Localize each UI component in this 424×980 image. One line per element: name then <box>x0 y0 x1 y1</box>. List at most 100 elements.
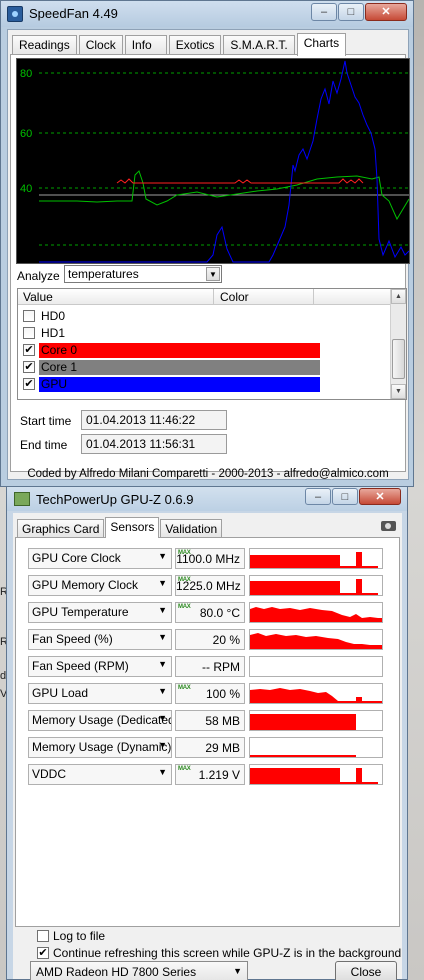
tab-clock[interactable]: Clock <box>78 35 123 55</box>
sensor-row: VDDC ▼ MAX 1.219 V <box>28 764 402 785</box>
sensor-name: GPU Core Clock <box>32 551 121 565</box>
sensor-value: MAX 1225.0 MHz <box>175 575 245 596</box>
gpuz-titlebar[interactable]: TechPowerUp GPU-Z 0.6.9 – □ ✕ <box>7 487 407 511</box>
sensor-graph-bars <box>250 768 378 784</box>
tab-validation[interactable]: Validation <box>160 519 223 537</box>
sensor-value-text: 100 % <box>205 687 240 701</box>
sensor-graph-bars <box>250 552 378 568</box>
column-header-value[interactable]: Value <box>18 289 214 305</box>
continue-refresh-checkbox[interactable]: ✔ <box>37 947 49 959</box>
list-item[interactable]: HD0 <box>18 308 390 325</box>
speedfan-titlebar[interactable]: SpeedFan 4.49 – □ ✕ <box>1 1 413 27</box>
list-header: Value Color <box>18 289 390 305</box>
temperature-chart-canvas: 80 60 40 <box>20 60 409 263</box>
analyze-select-value: temperatures <box>68 267 139 281</box>
sensor-name-dropdown[interactable]: GPU Memory Clock ▼ <box>28 575 172 596</box>
list-item-label: HD0 <box>41 309 66 323</box>
sensor-row: GPU Memory Clock ▼ MAX 1225.0 MHz <box>28 575 402 596</box>
sensor-name-dropdown[interactable]: GPU Core Clock ▼ <box>28 548 172 569</box>
close-window-button[interactable]: ✕ <box>365 3 407 21</box>
tab-smart[interactable]: S.M.A.R.T. <box>223 35 295 55</box>
chevron-down-icon: ▼ <box>158 767 167 777</box>
minimize-button[interactable]: – <box>305 488 331 505</box>
value-list[interactable]: Value Color HD0 HD1 ✔ Core 0 ✔ Core 1 ✔ … <box>17 288 407 400</box>
chevron-down-icon: ▼ <box>158 605 167 615</box>
start-time-label: Start time <box>20 414 72 428</box>
analyze-label: Analyze <box>17 269 60 283</box>
max-indicator: MAX <box>178 550 191 556</box>
scrollbar-thumb[interactable] <box>392 339 405 379</box>
minimize-button[interactable]: – <box>311 3 337 21</box>
tab-charts[interactable]: Charts <box>296 33 347 56</box>
tab-info[interactable]: Info <box>124 35 167 55</box>
sensor-name-dropdown[interactable]: GPU Load ▼ <box>28 683 172 704</box>
tab-graphics-card[interactable]: Graphics Card <box>17 519 105 537</box>
tab-readings[interactable]: Readings <box>12 35 77 55</box>
sensor-name-dropdown[interactable]: Memory Usage (Dedicated) ▼ <box>28 710 172 731</box>
sensor-row: GPU Load ▼ MAX 100 % <box>28 683 402 704</box>
sensor-name: Memory Usage (Dedicated) <box>32 713 172 727</box>
list-item[interactable]: ✔ GPU <box>18 376 390 393</box>
sensor-value: MAX 80.0 °C <box>175 602 245 623</box>
gpuz-client: Graphics Card Sensors Validation GPU Cor… <box>13 513 402 980</box>
sensor-value-text: 29 MB <box>205 741 240 755</box>
close-window-button[interactable]: ✕ <box>359 488 401 505</box>
list-item[interactable]: ✔ Core 1 <box>18 359 390 376</box>
scroll-down-icon[interactable]: ▼ <box>391 384 406 399</box>
speedfan-tabs: Readings Clock Info Exotics S.M.A.R.T. C… <box>12 33 348 56</box>
sensor-value: MAX 100 % <box>175 683 245 704</box>
sensor-name: GPU Memory Clock <box>32 578 139 592</box>
start-time-field[interactable]: 01.04.2013 11:46:22 <box>81 410 227 430</box>
sensor-name: GPU Load <box>32 686 89 700</box>
sensor-graph <box>249 602 383 623</box>
sensor-name: Fan Speed (%) <box>32 632 113 646</box>
chevron-down-icon: ▼ <box>158 740 167 750</box>
list-item[interactable]: HD1 <box>18 325 390 342</box>
tab-sensors[interactable]: Sensors <box>105 517 160 538</box>
sensor-row: GPU Temperature ▼ MAX 80.0 °C <box>28 602 402 623</box>
sensor-name: GPU Temperature <box>32 605 129 619</box>
end-time-field[interactable]: 01.04.2013 11:56:31 <box>81 434 227 454</box>
sensor-name-dropdown[interactable]: VDDC ▼ <box>28 764 172 785</box>
sensor-name-dropdown[interactable]: Fan Speed (%) ▼ <box>28 629 172 650</box>
sensor-graph-bars <box>250 579 378 595</box>
device-select[interactable]: AMD Radeon HD 7800 Series ▼ <box>30 961 248 980</box>
list-scrollbar[interactable]: ▲ ▼ <box>390 289 406 399</box>
close-button[interactable]: Close <box>335 961 397 980</box>
sensor-graph <box>249 548 383 569</box>
sensor-graph-bars <box>250 607 382 622</box>
sensor-value: -- RPM <box>175 656 245 677</box>
maximize-button[interactable]: □ <box>332 488 358 505</box>
item-checkbox[interactable]: ✔ <box>23 361 35 373</box>
y-tick-label: 80 <box>20 68 32 80</box>
item-checkbox[interactable] <box>23 310 35 322</box>
item-checkbox[interactable]: ✔ <box>23 378 35 390</box>
sensor-name-dropdown[interactable]: Memory Usage (Dynamic) ▼ <box>28 737 172 758</box>
core0-series-line <box>116 178 364 184</box>
chevron-down-icon[interactable]: ▼ <box>206 267 220 281</box>
window-title: SpeedFan 4.49 <box>29 6 118 21</box>
column-header-color[interactable]: Color <box>214 289 314 305</box>
temperature-chart: 80 60 40 <box>16 58 410 264</box>
analyze-select[interactable]: temperatures ▼ <box>64 265 222 283</box>
sensor-graph <box>249 629 383 650</box>
sensor-name-dropdown[interactable]: GPU Temperature ▼ <box>28 602 172 623</box>
sensor-value-text: -- RPM <box>202 660 240 674</box>
list-item[interactable]: ✔ Core 0 <box>18 342 390 359</box>
camera-icon[interactable] <box>381 521 396 531</box>
item-checkbox[interactable]: ✔ <box>23 344 35 356</box>
sensor-graph <box>249 710 383 731</box>
maximize-button[interactable]: □ <box>338 3 364 21</box>
tab-exotics[interactable]: Exotics <box>168 35 222 55</box>
item-checkbox[interactable] <box>23 327 35 339</box>
chevron-down-icon: ▼ <box>158 713 167 723</box>
sensor-graph-bars <box>250 755 356 757</box>
sensor-name-dropdown[interactable]: Fan Speed (RPM) ▼ <box>28 656 172 677</box>
sensor-graph <box>249 575 383 596</box>
log-to-file-checkbox[interactable] <box>37 930 49 942</box>
sensor-graph-bars <box>250 714 356 730</box>
scroll-up-icon[interactable]: ▲ <box>391 289 406 304</box>
sensor-graph <box>249 656 383 677</box>
max-indicator: MAX <box>178 604 191 610</box>
y-tick-label: 60 <box>20 128 32 140</box>
